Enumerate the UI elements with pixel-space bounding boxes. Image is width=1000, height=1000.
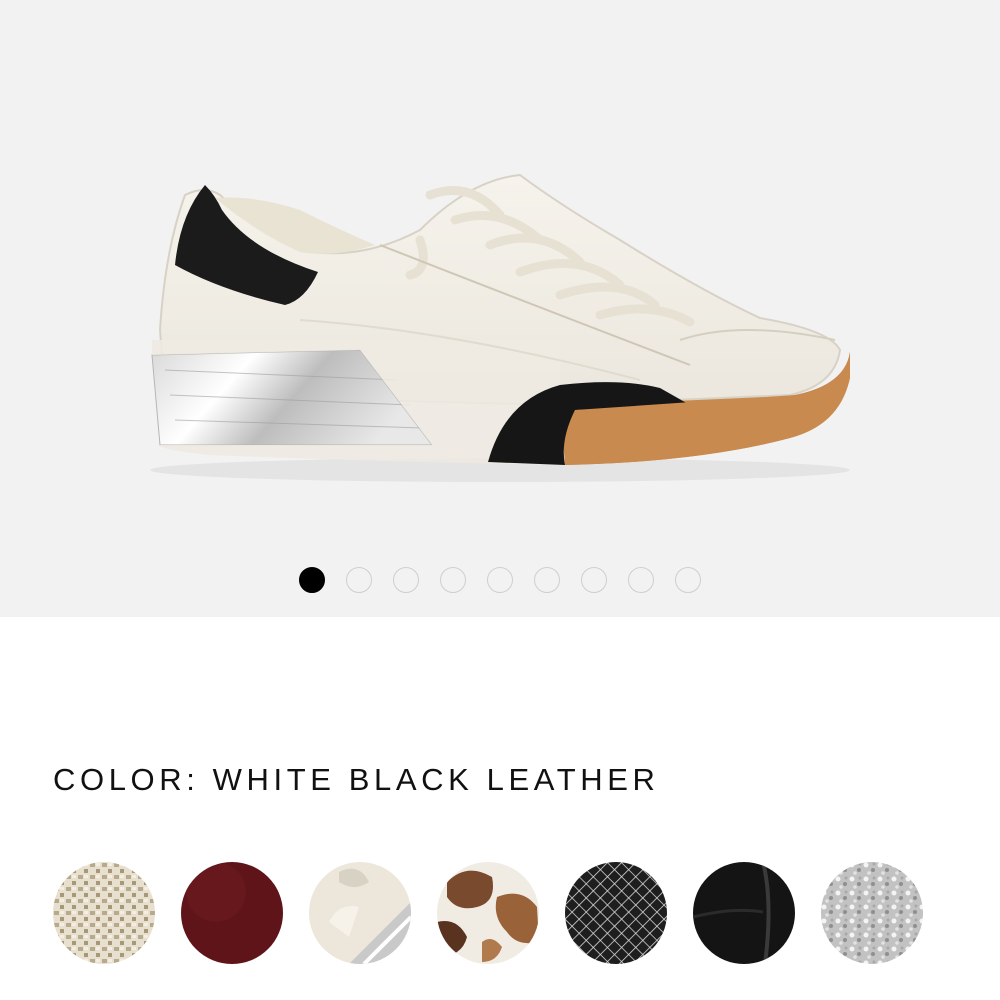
woven-raffia-swatch-icon[interactable] (53, 862, 155, 964)
sneaker-product-image (150, 173, 851, 482)
color-swatch-list (53, 862, 923, 964)
carousel-dot-4[interactable] (440, 567, 466, 593)
white-silver-swatch-icon[interactable] (309, 862, 411, 964)
carousel-dot-5[interactable] (487, 567, 513, 593)
carousel-dot-2[interactable] (346, 567, 372, 593)
carousel-pagination (0, 567, 1000, 593)
black-leather-swatch-icon[interactable] (693, 862, 795, 964)
silver-glitter-swatch-icon[interactable] (821, 862, 923, 964)
carousel-dot-1[interactable] (299, 567, 325, 593)
product-image-gallery[interactable] (0, 0, 1000, 617)
cow-print-swatch-icon[interactable] (437, 862, 539, 964)
carousel-dot-6[interactable] (534, 567, 560, 593)
selected-color-label: COLOR: WHITE BLACK LEATHER (53, 762, 660, 797)
carousel-dot-7[interactable] (581, 567, 607, 593)
carousel-dot-9[interactable] (675, 567, 701, 593)
carousel-dot-8[interactable] (628, 567, 654, 593)
black-white-mesh-swatch-icon[interactable] (565, 862, 667, 964)
carousel-dot-3[interactable] (393, 567, 419, 593)
burgundy-leather-swatch-icon[interactable] (181, 862, 283, 964)
